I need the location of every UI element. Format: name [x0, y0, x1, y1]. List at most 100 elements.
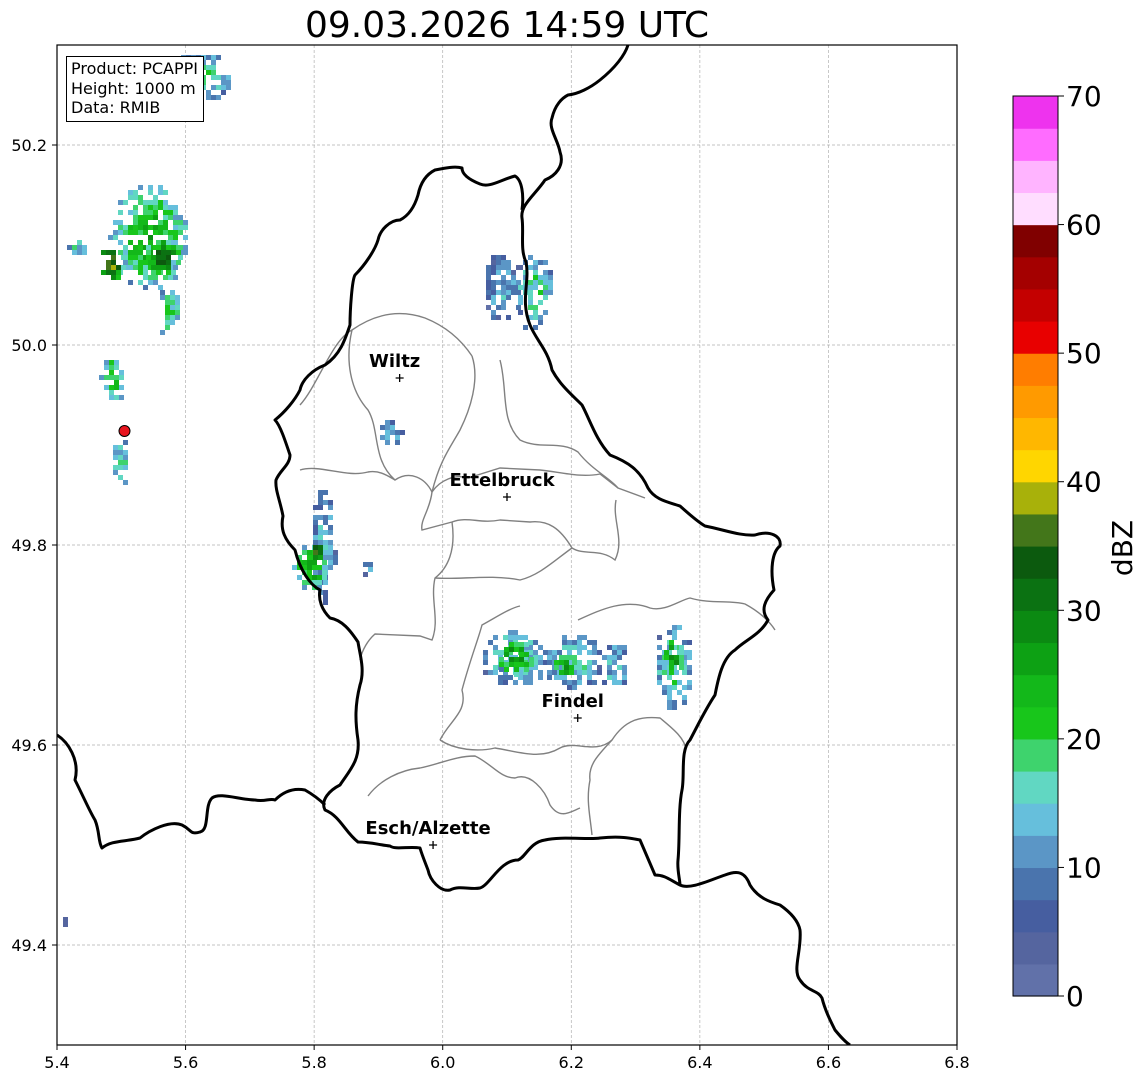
precip-pixel — [158, 205, 163, 210]
precip-pixel — [221, 90, 226, 95]
precip-pixel — [128, 250, 133, 255]
precip-pixel — [617, 655, 622, 660]
precip-pixel — [143, 210, 148, 215]
precip-pixel — [501, 280, 506, 285]
precip-pixel — [657, 670, 662, 675]
precip-pixel — [607, 670, 612, 675]
precip-pixel — [667, 705, 672, 710]
precip-pixel — [548, 290, 553, 295]
precip-pixel — [307, 570, 312, 575]
precip-pixel — [667, 685, 672, 690]
precip-pixel — [99, 375, 104, 380]
precip-pixel — [123, 250, 128, 255]
x-tick-label: 6.6 — [816, 1053, 841, 1072]
colorbar-tick-label: 60 — [1066, 209, 1102, 242]
precip-pixel — [323, 590, 328, 595]
precip-pixel — [328, 540, 333, 545]
precip-pixel — [216, 55, 221, 60]
precip-pixel — [323, 515, 328, 520]
precip-pixel — [524, 662, 529, 667]
precip-pixel — [674, 660, 679, 665]
precip-pixel — [564, 665, 569, 670]
precip-pixel — [511, 270, 516, 275]
precip-pixel — [669, 645, 674, 650]
precip-pixel — [313, 545, 318, 550]
precip-pixel — [109, 365, 114, 370]
precip-pixel — [318, 555, 323, 560]
precip-pixel — [221, 75, 226, 80]
precip-pixel — [682, 670, 687, 675]
precip-pixel — [292, 565, 297, 570]
precip-pixel — [491, 280, 496, 285]
precip-pixel — [501, 255, 506, 260]
precip-pixel — [173, 230, 178, 235]
precip-pixel — [118, 460, 123, 465]
precip-pixel — [486, 265, 491, 270]
precip-pixel — [682, 695, 687, 700]
precip-pixel — [496, 280, 501, 285]
precip-pixel — [113, 235, 118, 240]
precip-pixel — [524, 642, 529, 647]
precip-pixel — [104, 375, 109, 380]
precip-pixel — [72, 250, 77, 255]
precip-pixel — [333, 550, 338, 555]
precip-pixel — [173, 220, 178, 225]
colorbar-bin — [1013, 449, 1058, 483]
precip-pixel — [612, 660, 617, 665]
precip-pixel — [170, 305, 175, 310]
precip-pixel — [156, 260, 161, 265]
precip-pixel — [128, 230, 133, 235]
precip-pixel — [118, 225, 123, 230]
precip-pixel — [118, 445, 123, 450]
precip-pixel — [116, 275, 121, 280]
precip-pixel — [380, 435, 385, 440]
precip-pixel — [165, 325, 170, 330]
precip-pixel — [168, 235, 173, 240]
city-label: Ettelbruck — [449, 470, 555, 491]
precip-pixel — [587, 670, 592, 675]
precip-pixel — [669, 655, 674, 660]
precip-pixel — [148, 235, 153, 240]
precip-pixel — [148, 275, 153, 280]
precip-pixel — [153, 215, 158, 220]
precip-pixel — [524, 667, 529, 672]
precip-pixel — [533, 275, 538, 280]
precip-pixel — [123, 225, 128, 230]
precip-pixel — [175, 295, 180, 300]
precip-pixel — [529, 662, 534, 667]
map-plot-area: Wiltz Ettelbruck Findel Esch/Alzette 5.4 5.6… — [11, 44, 970, 1072]
precip-pixel — [617, 650, 622, 655]
precip-pixel — [687, 680, 692, 685]
precip-pixel — [175, 300, 180, 305]
precip-pixel — [513, 680, 518, 685]
precip-pixel — [501, 260, 506, 265]
precip-pixel — [133, 190, 138, 195]
precip-pixel — [123, 455, 128, 460]
precip-pixel — [317, 580, 322, 585]
precip-pixel — [682, 640, 687, 645]
precip-pixel — [607, 675, 612, 680]
precip-pixel — [176, 260, 181, 265]
precip-pixel — [501, 275, 506, 280]
precip-pixel — [548, 285, 553, 290]
precip-pixel — [597, 670, 602, 675]
precip-pixel — [148, 260, 153, 265]
precip-pixel — [607, 660, 612, 665]
precip-pixel — [111, 265, 116, 270]
precip-pixel — [559, 660, 564, 665]
precip-pixel — [672, 625, 677, 630]
precip-pixel — [657, 655, 662, 660]
precip-pixel — [501, 300, 506, 305]
precip-pixel — [166, 270, 171, 275]
precip-pixel — [318, 500, 323, 505]
precip-pixel — [104, 360, 109, 365]
precip-pixel — [592, 650, 597, 655]
precip-pixel — [328, 505, 333, 510]
precip-pixel — [524, 652, 529, 657]
precip-pixel — [528, 300, 533, 305]
precip-pixel — [547, 660, 552, 665]
precip-pixel — [687, 670, 692, 675]
precip-pixel — [176, 250, 181, 255]
precip-pixel — [158, 190, 163, 195]
precip-pixel — [133, 230, 138, 235]
